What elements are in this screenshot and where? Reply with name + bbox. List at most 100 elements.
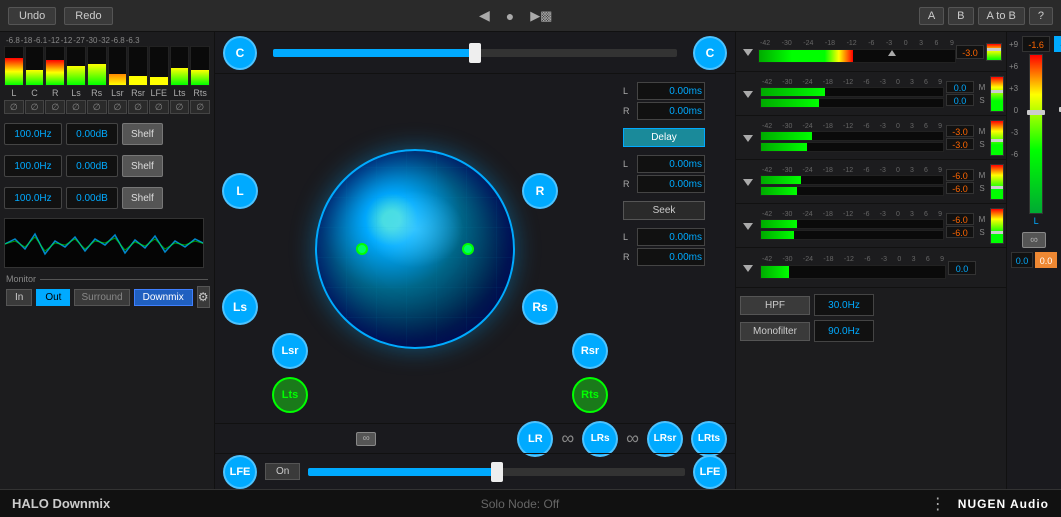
main-content: -6.8 -18 -6.1 -12 -12 -27 -30 -32 -6.8 -…	[0, 32, 1061, 489]
delay-button[interactable]: Delay	[623, 128, 705, 147]
left-fader[interactable]	[1029, 54, 1043, 214]
lsr-node[interactable]: Lsr	[272, 333, 308, 369]
lr-tri-down	[743, 91, 753, 98]
right-fader-value: -1.4	[1054, 36, 1061, 52]
lfe-slider-thumb[interactable]	[491, 462, 503, 482]
delay-rs-input[interactable]	[637, 175, 705, 193]
phase-btn-rsr[interactable]: ∅	[128, 100, 148, 114]
monofilter-button[interactable]: Monofilter	[740, 322, 810, 341]
lr-link-icon[interactable]: ∞	[561, 428, 574, 449]
phase-btn-lts[interactable]: ∅	[170, 100, 190, 114]
lrsr-s-label: S	[979, 184, 984, 193]
shelf-btn-2[interactable]: Shelf	[122, 155, 163, 177]
delay-rs-label: R	[623, 179, 633, 189]
atob-button[interactable]: A to B	[978, 7, 1025, 25]
rts-node[interactable]: Rts	[572, 377, 608, 413]
shelf-btn-3[interactable]: Shelf	[122, 187, 163, 209]
ls-node[interactable]: Ls	[222, 289, 258, 325]
settings-button[interactable]: ⚙	[197, 286, 210, 308]
delay-rsr-input[interactable]	[637, 248, 705, 266]
ch-meter-c	[25, 46, 45, 86]
level-num: -12	[61, 36, 73, 45]
phase-btn-l[interactable]: ∅	[4, 100, 24, 114]
lrs-node[interactable]: LRs	[582, 421, 618, 457]
gain-input-1[interactable]	[66, 123, 118, 145]
freq-input-1[interactable]	[4, 123, 62, 145]
phase-btn-rs[interactable]: ∅	[87, 100, 107, 114]
help-button[interactable]: ?	[1029, 7, 1053, 25]
lrts-m-label: M	[979, 215, 986, 224]
shelf-btn-1[interactable]: Shelf	[122, 123, 163, 145]
b-button[interactable]: B	[948, 7, 973, 25]
left-fader-label: L	[1034, 216, 1039, 226]
c-node-right[interactable]: C	[693, 36, 727, 70]
phase-btn-c[interactable]: ∅	[25, 100, 45, 114]
phase-btn-lfe[interactable]: ∅	[149, 100, 169, 114]
c-slider-thumb[interactable]	[469, 43, 481, 63]
ch-label-lts: Lts	[170, 88, 190, 98]
fader-scale-6: +6	[1009, 62, 1018, 84]
star-icon[interactable]: ●	[506, 8, 514, 24]
lrsr-node[interactable]: LRsr	[647, 421, 683, 457]
level-num: -32	[98, 36, 110, 45]
delay-ls-input[interactable]	[637, 155, 705, 173]
freq-input-2[interactable]	[4, 155, 62, 177]
link-icon[interactable]: ∞	[356, 432, 376, 446]
hpf-button[interactable]: HPF	[740, 296, 810, 315]
delay-lsr-input[interactable]	[637, 228, 705, 246]
ch-label-c: C	[25, 88, 45, 98]
gain-input-2[interactable]	[66, 155, 118, 177]
redo-button[interactable]: Redo	[64, 7, 112, 25]
nugen-logo: NUGEN Audio	[958, 497, 1049, 511]
delay-r-input[interactable]	[637, 102, 705, 120]
out-button[interactable]: Out	[36, 289, 70, 306]
lrts-s-label: S	[979, 228, 984, 237]
lr-node[interactable]: LR	[517, 421, 553, 457]
sphere-node-right[interactable]	[462, 243, 474, 255]
back-icon[interactable]: ◀	[479, 7, 490, 24]
lrsr-val-r: -6.0	[946, 182, 974, 194]
surround-button[interactable]: Surround	[74, 289, 129, 306]
play-record-icon[interactable]: ▶▩	[530, 8, 552, 24]
monofilter-value[interactable]	[814, 320, 874, 342]
phase-btn-ls[interactable]: ∅	[66, 100, 86, 114]
ch-label-lfe: LFE	[149, 88, 169, 98]
hpf-value[interactable]	[814, 294, 874, 316]
lfe-on-button[interactable]: On	[265, 463, 300, 480]
phase-btn-lsr[interactable]: ∅	[108, 100, 128, 114]
delay-l-input[interactable]	[637, 82, 705, 100]
seek-button[interactable]: Seek	[623, 201, 705, 220]
level-num: -6.3	[126, 36, 140, 45]
lfe-node-right[interactable]: LFE	[693, 455, 727, 489]
lrs-tri-down	[743, 135, 753, 142]
ch-label-rts: Rts	[190, 88, 210, 98]
rsr-node[interactable]: Rsr	[572, 333, 608, 369]
lrs-val-l: -3.0	[946, 125, 974, 137]
downmix-button[interactable]: Downmix	[134, 289, 193, 306]
lrts-node[interactable]: LRts	[691, 421, 727, 457]
undo-button[interactable]: Undo	[8, 7, 56, 25]
r-node[interactable]: R	[522, 173, 558, 209]
lr-fader-link[interactable]: ∞	[1022, 232, 1046, 248]
sphere-node-left[interactable]	[356, 243, 368, 255]
c-node-left[interactable]: C	[223, 36, 257, 70]
logo-dots: ⋮	[930, 494, 946, 514]
freq-input-3[interactable]	[4, 187, 62, 209]
gain-input-3[interactable]	[66, 187, 118, 209]
lts-node[interactable]: Lts	[272, 377, 308, 413]
fader-scale-n3: -3	[1009, 128, 1018, 150]
phase-btn-r[interactable]: ∅	[45, 100, 65, 114]
lfe-node-left[interactable]: LFE	[223, 455, 257, 489]
waveform-display	[4, 218, 204, 268]
rs-node[interactable]: Rs	[522, 289, 558, 325]
level-num: -6.1	[33, 36, 47, 45]
a-button[interactable]: A	[919, 7, 944, 25]
ch-meter-r	[45, 46, 65, 86]
lrts-val-r: -6.0	[946, 226, 974, 238]
in-button[interactable]: In	[6, 289, 32, 306]
phase-btn-rts[interactable]: ∅	[190, 100, 210, 114]
lrs-link-icon[interactable]: ∞	[626, 428, 639, 449]
level-num: -12	[48, 36, 60, 45]
l-node[interactable]: L	[222, 173, 258, 209]
lrsr-tri-down	[743, 179, 753, 186]
